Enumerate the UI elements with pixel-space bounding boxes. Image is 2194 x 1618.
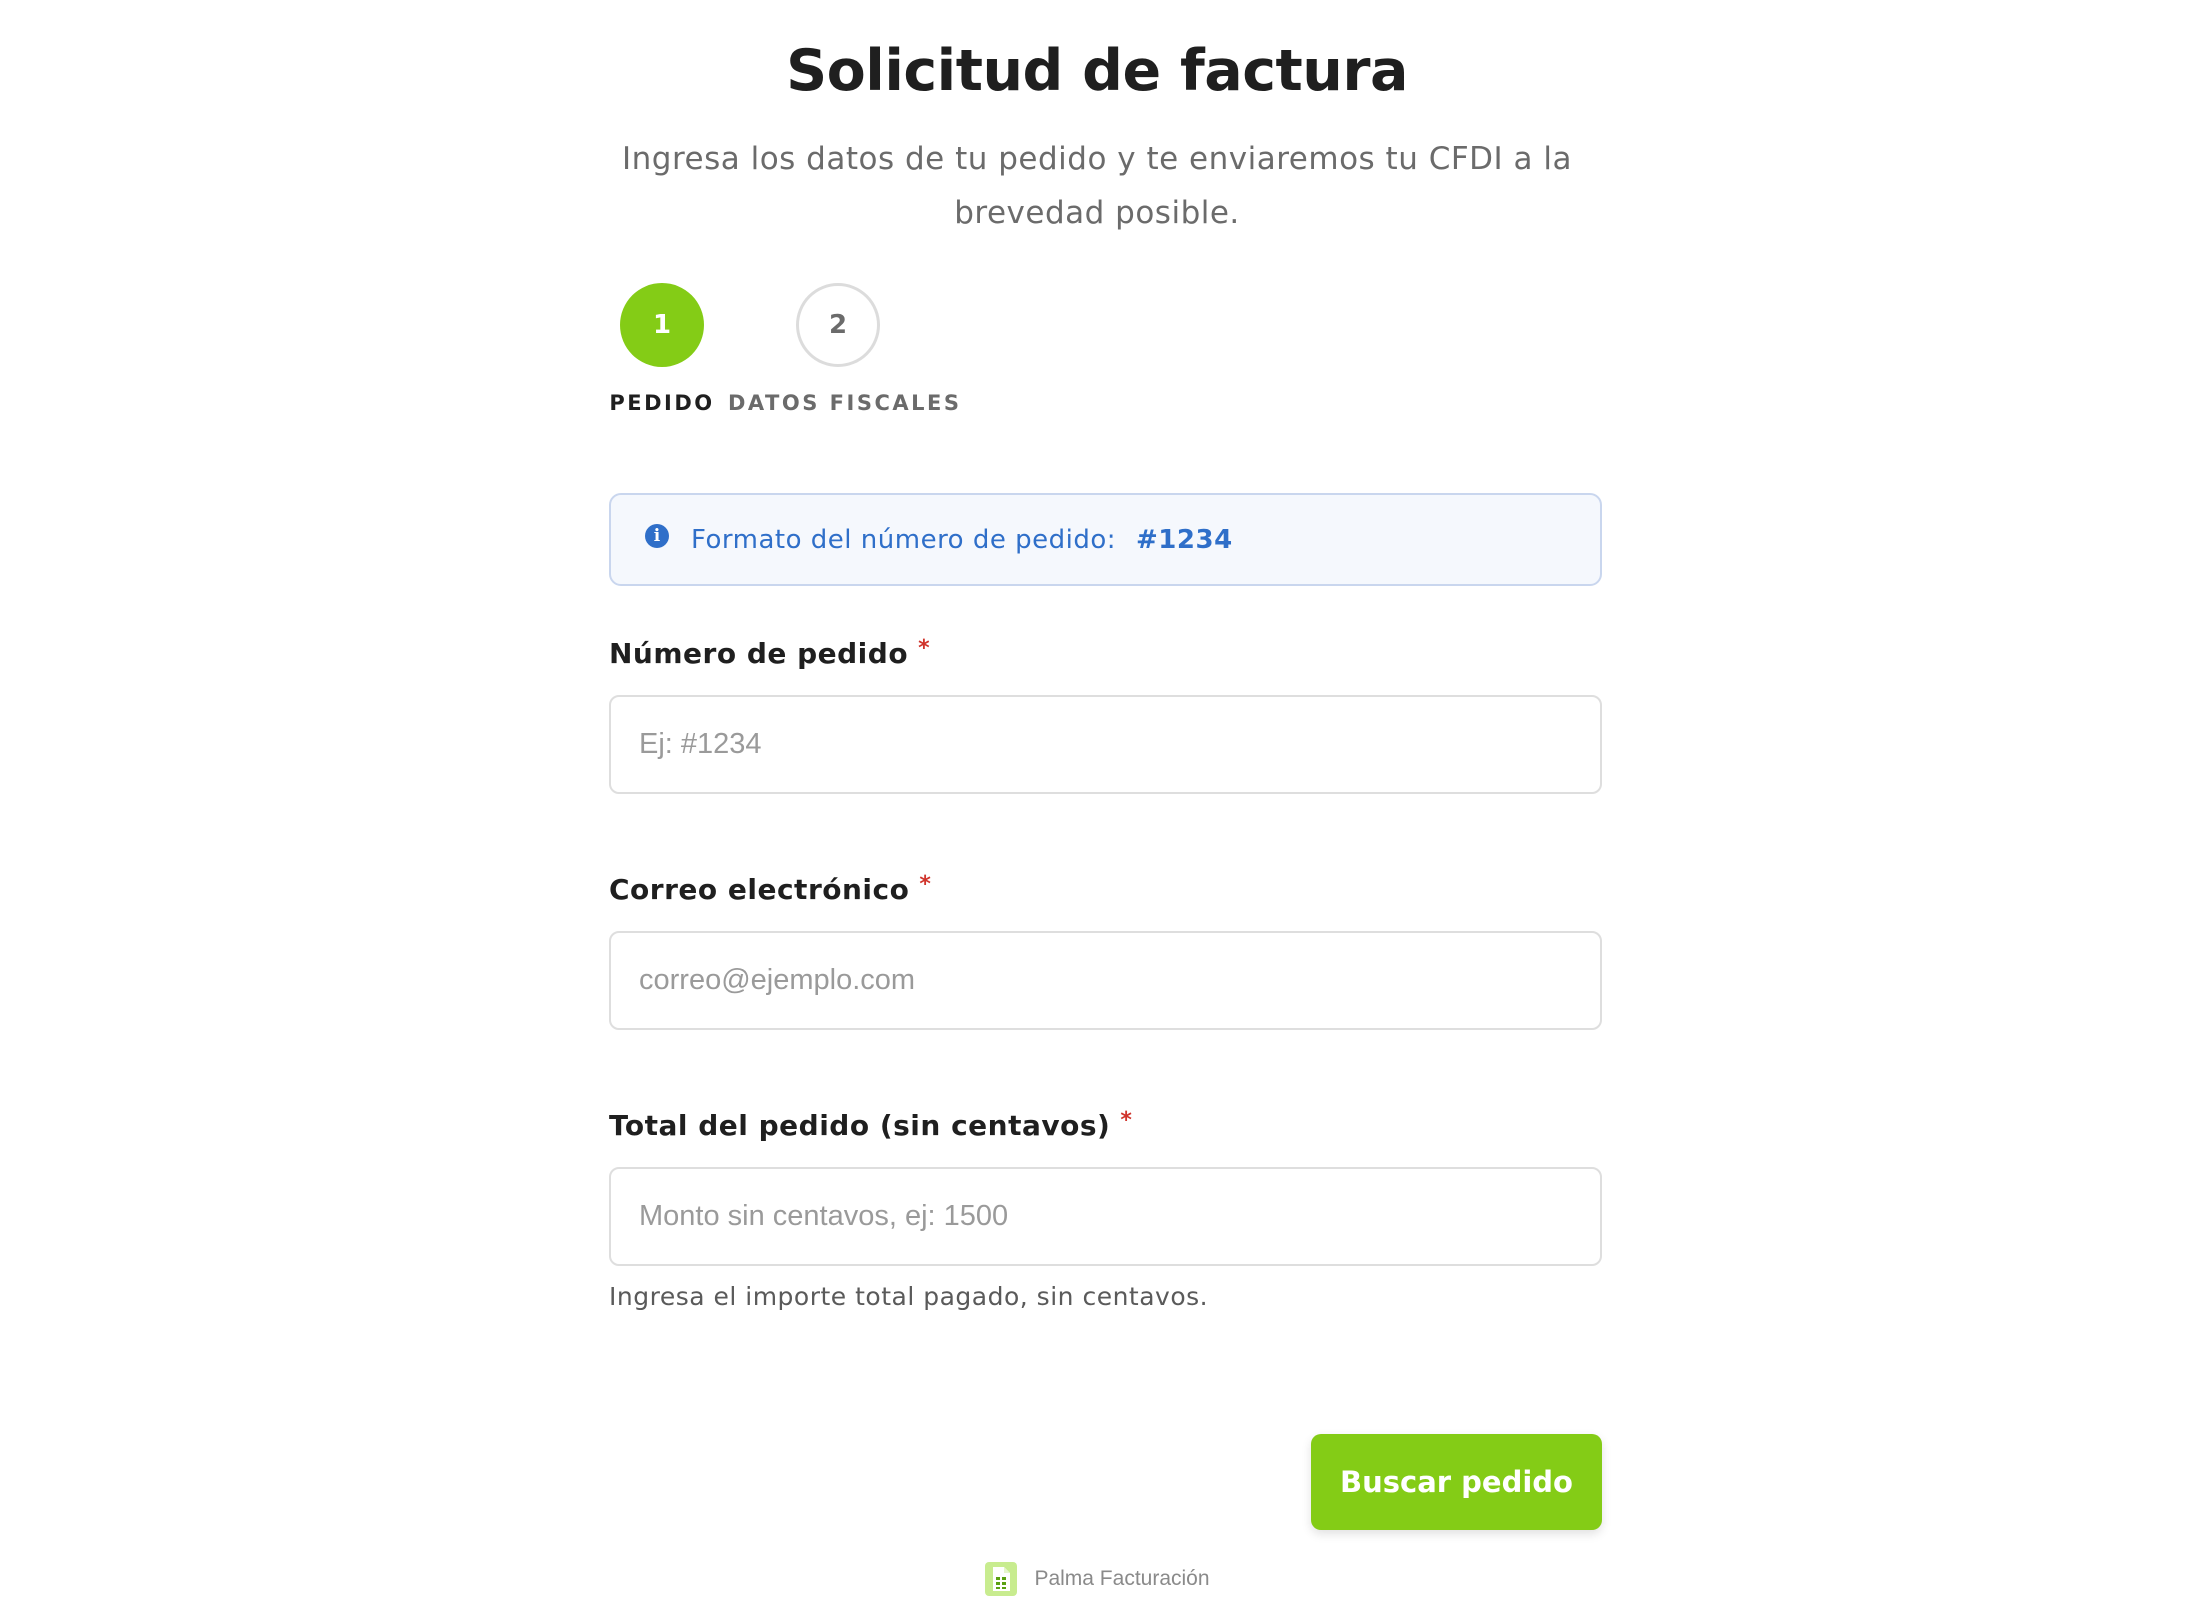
required-asterisk: * — [918, 636, 931, 661]
step-2-label: DATOS FISCALES — [728, 391, 962, 415]
step-pedido: 1 PEDIDO — [608, 283, 716, 415]
page-title: Solicitud de factura — [786, 38, 1408, 104]
order-number-input[interactable] — [609, 695, 1602, 794]
order-total-label-text: Total del pedido (sin centavos) — [609, 1109, 1111, 1142]
order-total-field: Total del pedido (sin centavos) * Ingresa… — [609, 1106, 1602, 1311]
required-asterisk: * — [919, 872, 932, 897]
email-input[interactable] — [609, 931, 1602, 1030]
order-format-info-box: i Formato del número de pedido: #1234 — [609, 493, 1602, 586]
invoice-request-page: Solicitud de factura Ingresa los datos d… — [0, 0, 2194, 1618]
info-text: Formato del número de pedido: — [691, 524, 1117, 555]
step-datos-fiscales: 2 DATOS FISCALES — [728, 283, 962, 415]
info-format-code: #1234 — [1136, 524, 1233, 555]
stepper: 1 PEDIDO 2 DATOS FISCALES — [608, 283, 962, 423]
order-total-help-text: Ingresa el importe total pagado, sin cen… — [609, 1282, 1209, 1311]
order-number-field: Número de pedido * — [609, 634, 1602, 794]
footer-brand-text: Palma Facturación — [1034, 1567, 1210, 1590]
info-icon: i — [645, 523, 669, 548]
spreadsheet-document-icon — [985, 1562, 1018, 1596]
step-2-circle: 2 — [796, 283, 880, 367]
order-total-input[interactable] — [609, 1167, 1602, 1266]
page-subtitle: Ingresa los datos de tu pedido y te envi… — [621, 141, 1572, 231]
email-label: Correo electrónico * — [609, 870, 1602, 910]
order-number-label: Número de pedido * — [609, 634, 1602, 674]
step-1-label: PEDIDO — [609, 391, 715, 415]
step-1-circle: 1 — [620, 283, 704, 367]
required-asterisk: * — [1120, 1108, 1133, 1133]
email-field: Correo electrónico * — [609, 870, 1602, 1030]
email-label-text: Correo electrónico — [609, 873, 910, 906]
footer: Palma Facturación — [0, 1561, 2194, 1597]
search-order-button[interactable]: Buscar pedido — [1311, 1434, 1602, 1530]
order-number-label-text: Número de pedido — [609, 637, 909, 670]
order-total-label: Total del pedido (sin centavos) * — [609, 1106, 1602, 1146]
